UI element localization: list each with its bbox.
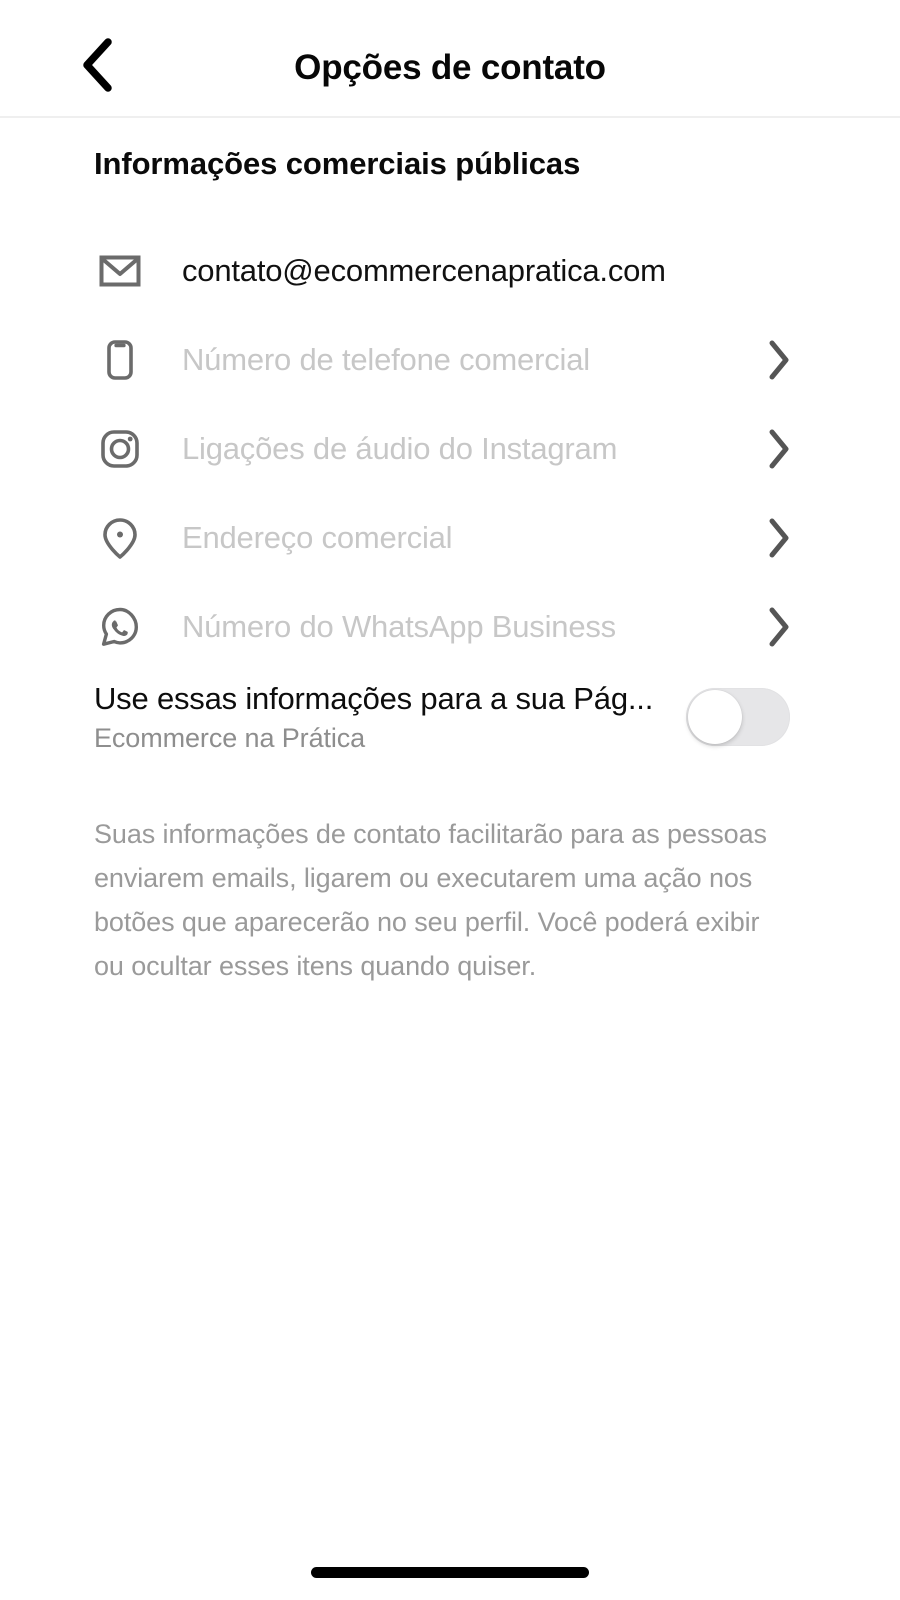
navigation-bar: Opções de contato [0,0,900,118]
page-title: Opções de contato [294,48,606,87]
use-info-for-page-subtitle: Ecommerce na Prática [94,723,366,753]
row-business-address[interactable]: Endereço comercial [0,493,900,582]
whatsapp-icon [94,602,146,652]
chevron-right-icon [766,427,792,471]
row-business-email[interactable]: contato@ecommercenapratica.com [0,226,900,315]
chevron-right-icon [766,605,792,649]
home-indicator [311,1567,589,1578]
phone-icon [94,335,146,385]
row-label: contato@ecommercenapratica.com [182,252,666,288]
contact-options-screen: Opções de contato Informações comerciais… [0,0,900,1600]
row-instagram-audio-calls[interactable]: Ligações de áudio do Instagram [0,404,900,493]
row-label: Número de telefone comercial [182,341,590,377]
row-label: Endereço comercial [182,519,453,555]
instagram-icon [94,424,146,474]
footer-note: Suas informações de contato facilitarão … [94,819,767,981]
row-label: Número do WhatsApp Business [182,608,616,644]
chevron-right-icon [766,338,792,382]
chevron-right-icon [766,516,792,560]
section-title: Informações comerciais públicas [94,146,581,181]
row-label: Ligações de áudio do Instagram [182,430,618,466]
use-info-for-page-texts: Use essas informações para a sua Pág... … [94,680,694,756]
map-pin-icon [94,513,146,563]
contact-rows: contato@ecommercenapratica.com Número de… [0,226,900,671]
use-info-for-page-title: Use essas informações para a sua Pág... [94,681,654,716]
row-business-phone[interactable]: Número de telefone comercial [0,315,900,404]
use-info-for-page-toggle[interactable] [686,688,790,746]
toggle-knob [688,690,742,744]
envelope-icon [94,246,146,296]
row-whatsapp-business-number[interactable]: Número do WhatsApp Business [0,582,900,671]
